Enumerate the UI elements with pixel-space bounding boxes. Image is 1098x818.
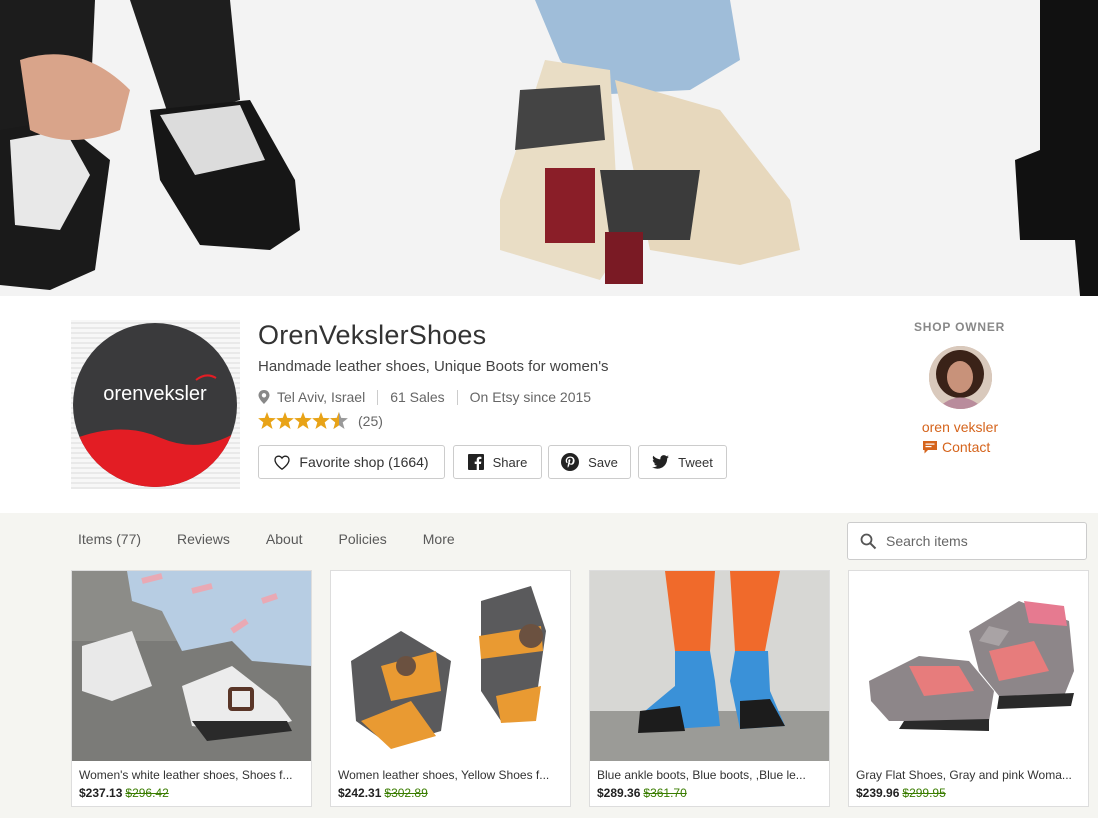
tab-policies[interactable]: Policies xyxy=(339,531,387,547)
shop-tagline: Handmade leather shoes, Unique Boots for… xyxy=(258,358,609,375)
share-label: Share xyxy=(492,454,528,470)
shop-tabs: Items (77) Reviews About Policies More xyxy=(78,531,491,547)
half-star-icon xyxy=(330,412,348,429)
listing-card[interactable]: Gray Flat Shoes, Gray and pink Woma... $… xyxy=(848,570,1089,807)
search-icon xyxy=(860,533,877,549)
current-price: $289.36 xyxy=(597,786,641,800)
shop-meta: Tel Aviv, Israel 61 Sales On Etsy since … xyxy=(258,389,591,405)
listing-card[interactable]: Women leather shoes, Yellow Shoes f... $… xyxy=(330,570,571,807)
tab-about[interactable]: About xyxy=(266,531,303,547)
shop-content: Items (77) Reviews About Policies More S… xyxy=(0,513,1098,818)
shop-owner-label: SHOP OWNER xyxy=(914,320,1006,334)
original-price: $299.95 xyxy=(902,786,946,800)
review-count: (25) xyxy=(358,412,383,429)
tab-more[interactable]: More xyxy=(423,531,455,547)
listing-card[interactable]: Women's white leather shoes, Shoes f... … xyxy=(71,570,312,807)
pinterest-icon xyxy=(561,453,580,471)
banner-image xyxy=(0,0,1098,296)
divider xyxy=(456,389,458,405)
listing-image[interactable] xyxy=(72,571,311,761)
message-icon xyxy=(923,440,937,453)
shop-banner xyxy=(0,0,1098,296)
star-icon xyxy=(258,412,276,429)
contact-owner-link[interactable]: Contact xyxy=(923,439,990,455)
shop-sales[interactable]: 61 Sales xyxy=(390,389,444,405)
search-input[interactable] xyxy=(886,533,1076,549)
twitter-icon xyxy=(652,455,670,469)
listing-title[interactable]: Blue ankle boots, Blue boots, ,Blue le..… xyxy=(597,768,825,782)
listing-title[interactable]: Women leather shoes, Yellow Shoes f... xyxy=(338,768,566,782)
listing-image[interactable] xyxy=(590,571,829,761)
listing-image[interactable] xyxy=(849,571,1088,761)
listing-price: $242.31 $302.89 xyxy=(338,786,428,800)
current-price: $239.96 xyxy=(856,786,900,800)
star-icon xyxy=(312,412,330,429)
original-price: $302.89 xyxy=(384,786,428,800)
pinterest-save-button[interactable]: Save xyxy=(548,445,631,479)
shop-since: On Etsy since 2015 xyxy=(469,389,592,405)
star-rating xyxy=(258,412,348,429)
tab-reviews[interactable]: Reviews xyxy=(177,531,230,547)
original-price: $296.42 xyxy=(125,786,169,800)
current-price: $242.31 xyxy=(338,786,382,800)
share-button[interactable]: Share xyxy=(453,445,542,479)
heart-icon xyxy=(274,454,291,470)
contact-label: Contact xyxy=(942,439,991,455)
tweet-label: Tweet xyxy=(678,454,713,470)
location-pin-icon xyxy=(258,390,270,404)
tweet-button[interactable]: Tweet xyxy=(638,445,727,479)
listing-title[interactable]: Women's white leather shoes, Shoes f... xyxy=(79,768,307,782)
current-price: $237.13 xyxy=(79,786,123,800)
shop-rating[interactable]: (25) xyxy=(258,412,383,429)
search-box[interactable] xyxy=(847,522,1087,560)
shop-name: OrenVekslerShoes xyxy=(258,320,487,350)
divider xyxy=(377,389,379,405)
listing-title[interactable]: Gray Flat Shoes, Gray and pink Woma... xyxy=(856,768,1084,782)
listing-price: $289.36 $361.70 xyxy=(597,786,687,800)
shop-logo: orenveksler xyxy=(71,320,240,489)
original-price: $361.70 xyxy=(643,786,687,800)
tab-items[interactable]: Items (77) xyxy=(78,531,141,547)
owner-name-link[interactable]: oren veksler xyxy=(900,419,1020,435)
listings-grid: Women's white leather shoes, Shoes f... … xyxy=(71,570,1089,807)
listing-price: $237.13 $296.42 xyxy=(79,786,169,800)
listing-image[interactable] xyxy=(331,571,570,761)
owner-avatar[interactable] xyxy=(929,346,992,409)
star-icon xyxy=(294,412,312,429)
facebook-icon xyxy=(467,454,484,470)
logo-wordmark: orenveksler xyxy=(103,383,207,405)
shop-header: orenveksler OrenVekslerShoes Handmade le… xyxy=(0,296,1098,513)
save-label: Save xyxy=(588,454,618,470)
listing-price: $239.96 $299.95 xyxy=(856,786,946,800)
star-icon xyxy=(276,412,294,429)
favorite-shop-button[interactable]: Favorite shop (1664) xyxy=(258,445,445,479)
favorite-shop-label: Favorite shop (1664) xyxy=(299,454,429,470)
listing-card[interactable]: Blue ankle boots, Blue boots, ,Blue le..… xyxy=(589,570,830,807)
shop-location: Tel Aviv, Israel xyxy=(277,389,366,405)
